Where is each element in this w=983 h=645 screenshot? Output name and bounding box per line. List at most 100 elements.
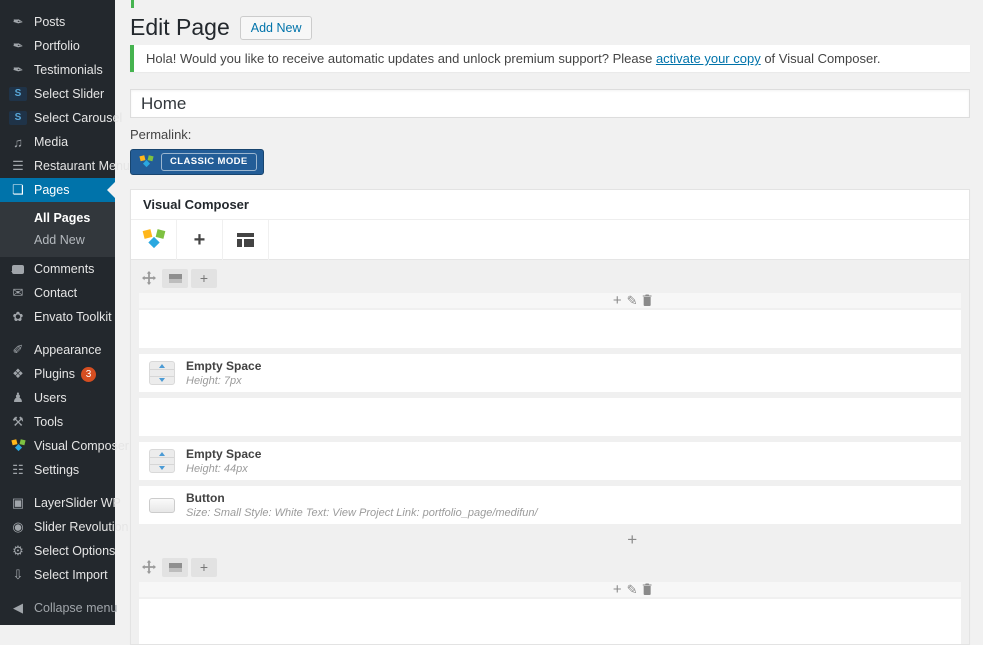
- button-icon: [149, 498, 175, 513]
- element-meta: Height: 44px: [186, 463, 261, 475]
- user-icon: ♟: [9, 390, 27, 406]
- column-edit-button[interactable]: ✎: [627, 583, 638, 596]
- sidebar-item-appearance[interactable]: ✐Appearance: [0, 338, 115, 362]
- vc-column-elements: Empty SpaceHeight: 7pxEmpty SpaceHeight:…: [139, 310, 961, 524]
- gear-icon: ⚙: [9, 543, 27, 559]
- add-element-toolbar-button[interactable]: +: [177, 220, 223, 260]
- plus-icon: +: [200, 560, 208, 574]
- add-new-button[interactable]: Add New: [240, 16, 313, 40]
- row-toolbar: +: [139, 555, 961, 579]
- template-layout-icon: [237, 233, 254, 247]
- move-icon: [142, 560, 156, 574]
- visual-composer-icon: [142, 229, 166, 251]
- plus-icon: +: [200, 271, 208, 285]
- main-content: Edit Page Add New Hola! Would you like t…: [115, 0, 983, 625]
- sidebar-item-label: Select Import: [34, 568, 108, 582]
- sidebar-item-label: Select Slider: [34, 87, 104, 101]
- sidebar-item-users[interactable]: ♟Users: [0, 386, 115, 410]
- vc-element-blank[interactable]: [139, 310, 961, 348]
- row-layout-button[interactable]: [162, 269, 188, 288]
- vc-element-blank[interactable]: [139, 398, 961, 436]
- add-element-bottom[interactable]: +: [139, 530, 961, 550]
- sidebar-item-label: Settings: [34, 463, 79, 477]
- sidebar-item-label: Testimonials: [34, 63, 103, 77]
- column-header: + ✎: [139, 582, 961, 597]
- sidebar-item-settings[interactable]: ☷Settings: [0, 458, 115, 482]
- brush-icon: ✐: [9, 342, 27, 358]
- sidebar-item-select-carousel[interactable]: SSelect Carousel: [0, 106, 115, 130]
- sidebar-item-layerslider-wp[interactable]: ▣LayerSlider WP: [0, 491, 115, 515]
- sidebar-item-label: Envato Toolkit: [34, 310, 112, 324]
- sidebar-item-portfolio[interactable]: ✒ Portfolio: [0, 34, 115, 58]
- plus-icon: +: [627, 530, 637, 550]
- sidebar-item-select-options[interactable]: ⚙Select Options: [0, 539, 115, 563]
- plus-icon: +: [194, 230, 206, 250]
- sidebar-item-restaurant-menu[interactable]: ☰Restaurant Menu: [0, 154, 115, 178]
- vc-row-2: + + ✎ +: [139, 555, 961, 645]
- sidebar-item-label: Slider Revolution: [34, 520, 129, 534]
- vc-logo-button[interactable]: [131, 220, 177, 260]
- post-title-input[interactable]: Home: [130, 89, 970, 118]
- sidebar-item-posts[interactable]: ✒Posts: [0, 10, 115, 34]
- vc-toolbar: +: [131, 220, 969, 260]
- column-add-element-button[interactable]: +: [613, 294, 622, 307]
- sidebar-item-slider-revolution[interactable]: ◉Slider Revolution: [0, 515, 115, 539]
- s-badge-icon: S: [9, 111, 27, 125]
- sidebar-item-media[interactable]: ♫Media: [0, 130, 115, 154]
- tools-icon: ⚒: [9, 414, 27, 430]
- sidebar-item-label: Posts: [34, 15, 65, 29]
- row-add-button[interactable]: +: [191, 558, 217, 577]
- sidebar-item-select-import[interactable]: ⇩ Select Import: [0, 563, 115, 587]
- notice-text-after: of Visual Composer.: [761, 51, 881, 66]
- vc-icon: [9, 439, 27, 453]
- sidebar-item-testimonials[interactable]: ✒ Testimonials: [0, 58, 115, 82]
- column-edit-button[interactable]: ✎: [627, 294, 638, 307]
- import-icon: ⇩: [9, 567, 27, 583]
- pin-icon: ✒: [8, 61, 28, 79]
- vc-element-empty-space[interactable]: Empty SpaceHeight: 7px: [139, 354, 961, 392]
- admin-sidebar: ✒Posts✒Portfolio✒TestimonialsSSelect Sli…: [0, 0, 115, 625]
- sidebar-item-contact[interactable]: ✉Contact: [0, 281, 115, 305]
- permalink-label: Permalink:: [130, 127, 970, 142]
- row-drag-handle[interactable]: [139, 271, 159, 285]
- sidebar-item-select-slider[interactable]: SSelect Slider: [0, 82, 115, 106]
- column-delete-button[interactable]: [643, 294, 652, 308]
- column-add-element-button[interactable]: +: [613, 583, 622, 596]
- sidebar-item-label: Plugins: [34, 367, 75, 381]
- activation-notice: Hola! Would you like to receive automati…: [130, 45, 970, 72]
- row-add-button[interactable]: +: [191, 269, 217, 288]
- sidebar-item-plugins[interactable]: ❖Plugins3: [0, 362, 115, 386]
- element-meta: Size: Small Style: White Text: View Proj…: [186, 507, 538, 519]
- sidebar-item-visual-composer[interactable]: Visual Composer: [0, 434, 115, 458]
- empty-space-icon: [149, 361, 175, 385]
- submenu-item-add-new[interactable]: Add New: [0, 229, 115, 251]
- activate-copy-link[interactable]: activate your copy: [656, 51, 761, 66]
- row-drag-handle[interactable]: [139, 560, 159, 574]
- sidebar-item-collapse-menu[interactable]: ◀Collapse menu: [0, 596, 115, 620]
- collapse-icon: ◀: [9, 600, 27, 616]
- page-title: Edit Page: [130, 14, 230, 41]
- sidebar-item-label: LayerSlider WP: [34, 496, 121, 510]
- vc-element-empty-space[interactable]: Empty Space Height: 44px: [139, 442, 961, 480]
- envelope-icon: ✉: [9, 285, 27, 301]
- templates-button[interactable]: [223, 220, 269, 260]
- submenu-item-all-pages[interactable]: All Pages: [0, 207, 115, 229]
- visual-composer-icon: [139, 155, 154, 169]
- element-meta: Height: 7px: [186, 375, 261, 387]
- media-icon: ♫: [9, 135, 27, 150]
- vc-element-button[interactable]: ButtonSize: Small Style: White Text: Vie…: [139, 486, 961, 524]
- image-icon: ▣: [9, 495, 27, 511]
- classic-mode-button[interactable]: CLASSIC MODE: [130, 149, 264, 175]
- pin-icon: ✒: [8, 37, 28, 55]
- sidebar-item-pages[interactable]: ❏Pages: [0, 178, 115, 202]
- sidebar-item-label: Portfolio: [34, 39, 80, 53]
- pages-icon: ❏: [9, 182, 27, 198]
- row-layout-button[interactable]: [162, 558, 188, 577]
- element-title: Empty Space: [186, 447, 261, 461]
- update-count-badge: 3: [81, 367, 96, 382]
- sidebar-item-tools[interactable]: ⚒Tools: [0, 410, 115, 434]
- sidebar-item-envato-toolkit[interactable]: ✿Envato Toolkit: [0, 305, 115, 329]
- column-delete-button[interactable]: [643, 583, 652, 597]
- vc-element-blank[interactable]: [139, 599, 961, 645]
- sidebar-item-comments[interactable]: Comments: [0, 257, 115, 281]
